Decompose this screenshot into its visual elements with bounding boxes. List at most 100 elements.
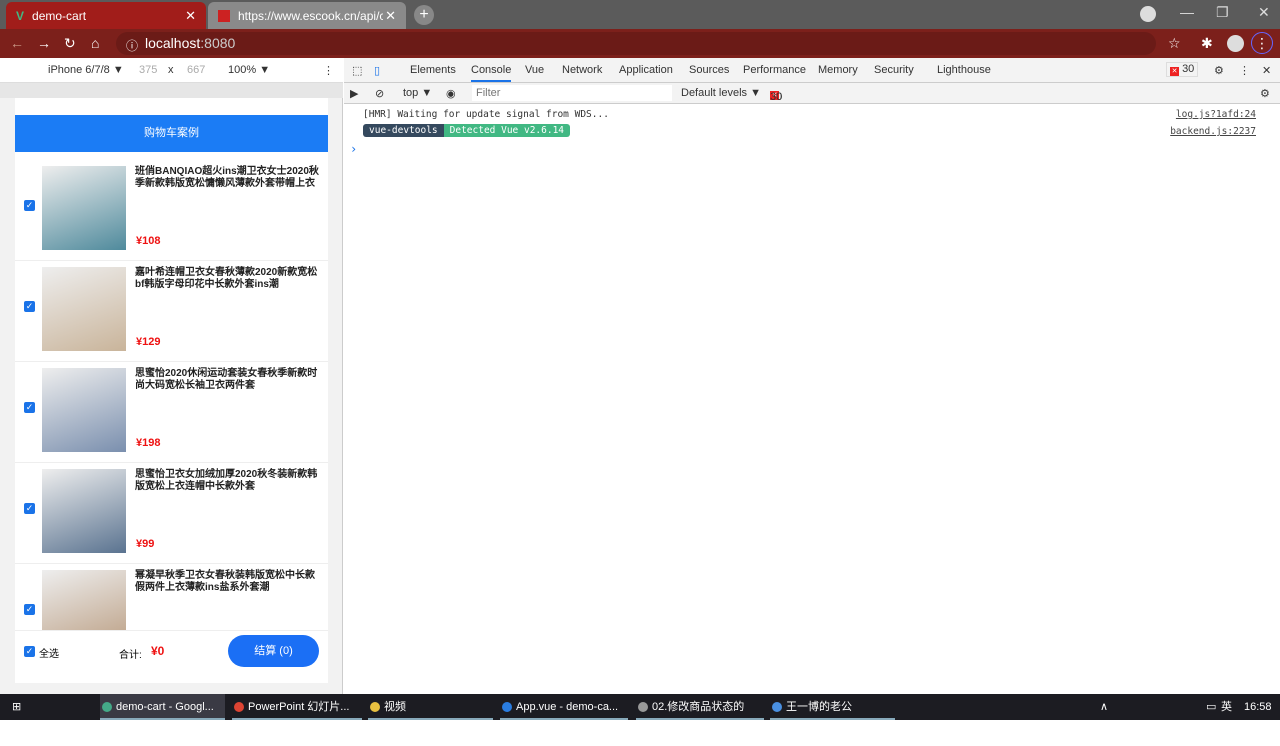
taskbar-item[interactable]: 视频 [368, 694, 493, 720]
back-icon[interactable]: ← [10, 35, 24, 51]
cart-item: ✓ 嘉叶希连帽卫衣女春秋薄款2020新款宽松bf韩版字母印花中长款外套ins潮 … [15, 261, 328, 362]
inspect-element-icon[interactable]: ⬚ [352, 64, 362, 77]
url-port: :8080 [200, 35, 236, 51]
product-title: 思蜜怡卫衣女加绒加厚2020秋冬装新款韩版宽松上衣连帽中长款外套 [135, 469, 318, 492]
close-devtools-icon[interactable]: ✕ [1262, 64, 1271, 77]
dimension-separator: x [168, 64, 174, 76]
product-image [42, 368, 126, 452]
url-host: localhost [145, 35, 201, 51]
devtools-menu-icon[interactable]: ⋮ [1239, 64, 1250, 77]
item-checkbox[interactable]: ✓ [24, 503, 35, 514]
cart-header: 购物车案例 [15, 115, 328, 152]
item-checkbox[interactable]: ✓ [24, 402, 35, 413]
product-price: ¥108 [136, 235, 161, 247]
zoom-select[interactable]: 100% ▼ [228, 64, 270, 76]
new-tab-button[interactable]: + [414, 5, 434, 25]
issues-count: 30 [770, 91, 783, 103]
vue-devtools-message: vue-devtools Detected Vue v2.6.14 [363, 124, 571, 137]
devtools-tab-lighthouse[interactable]: Lighthouse [937, 64, 991, 76]
devtools-tab-vue[interactable]: Vue [525, 64, 544, 76]
tab-demo-cart[interactable]: Vdemo-cart ✕ [6, 2, 206, 29]
product-price: ¥99 [136, 538, 155, 550]
windows-taskbar: ⊞ demo-cart - Googl... PowerPoint 幻灯片... 视… [0, 694, 1280, 739]
site-icon [218, 9, 230, 22]
close-tab-icon[interactable]: ✕ [185, 8, 196, 24]
avatar[interactable] [1227, 35, 1244, 52]
product-title: 嘉叶希连帽卫衣女春秋薄款2020新款宽松bf韩版字母印花中长款外套ins潮 [135, 267, 318, 290]
item-checkbox[interactable]: ✓ [24, 604, 35, 615]
taskbar-item-label: demo-cart - Googl... [116, 701, 214, 713]
vue-version-badge: Detected Vue v2.6.14 [443, 124, 571, 137]
devtools-tab-memory[interactable]: Memory [818, 64, 858, 76]
devtools-tab-console[interactable]: Console [471, 64, 512, 82]
media-query-ruler [0, 83, 343, 98]
close-tab-icon[interactable]: ✕ [385, 8, 396, 24]
taskbar-item-label: 02.修改商品状态的思... [652, 701, 745, 739]
sidebar-toggle-icon[interactable]: ▶ [350, 87, 358, 100]
app-icon [102, 702, 112, 712]
taskbar-item[interactable]: 02.修改商品状态的思... [636, 694, 764, 739]
profile-dropdown-icon[interactable] [1140, 6, 1156, 22]
close-window-button[interactable]: ✕ [1258, 4, 1270, 21]
item-checkbox[interactable]: ✓ [24, 200, 35, 211]
taskbar-item[interactable]: 王一博的老公(DESKT... [770, 694, 895, 739]
console-toolbar: ▶ ⊘ top ▼ ◉ Default levels ▼ 30 Issues: … [344, 83, 1280, 115]
cart-footer: ✓ 全选 合计: ¥0 结算 (0) [15, 630, 328, 672]
devtools-tab-security[interactable]: Security [874, 64, 914, 76]
width-input[interactable]: 375 [139, 64, 157, 76]
total-amount: ¥0 [151, 644, 165, 658]
clock[interactable]: 16:58 [1228, 694, 1272, 720]
height-input[interactable]: 667 [187, 64, 205, 76]
browser-tab-bar: Vdemo-cart ✕ https://www.escook.cn/api/ca… [0, 0, 1280, 29]
context-select[interactable]: top ▼ [403, 87, 432, 99]
extensions-icon[interactable]: ✱ [1201, 35, 1213, 52]
device-select[interactable]: iPhone 6/7/8 ▼ [48, 64, 124, 76]
item-checkbox[interactable]: ✓ [24, 301, 35, 312]
device-toggle-icon[interactable]: ▯ [374, 64, 380, 77]
tray-chevron-icon[interactable]: ∧ [1084, 694, 1108, 720]
maximize-button[interactable]: ❐ [1216, 4, 1229, 21]
error-counter[interactable]: ✕ 30 [1166, 62, 1199, 77]
device-toolbar: iPhone 6/7/8 ▼ 375 x 667 100% ▼ ⋮ [0, 58, 343, 83]
select-all-checkbox[interactable]: ✓ [24, 646, 35, 657]
cart-item: ✓ 班俏BANQIAO超火ins潮卫衣女士2020秋季新款韩版宽松慵懒风薄款外套… [15, 160, 328, 261]
devtools-tab-performance[interactable]: Performance [743, 64, 806, 76]
url-input[interactable] [116, 32, 1156, 55]
taskbar-item[interactable]: demo-cart - Googl... [100, 694, 225, 720]
device-viewport: 购物车案例 ✓ 班俏BANQIAO超火ins潮卫衣女士2020秋季新款韩版宽松慵… [0, 98, 343, 694]
app-icon [638, 702, 648, 712]
total-label: 合计: [119, 650, 142, 661]
tab-escook[interactable]: https://www.escook.cn/api/ca ✕ [208, 2, 406, 29]
vue-icon: V [16, 8, 25, 23]
console-settings-icon[interactable]: ⚙ [1260, 87, 1270, 100]
taskbar-item-label: PowerPoint 幻灯片... [248, 701, 350, 713]
devtools-tab-application[interactable]: Application [619, 64, 673, 76]
cart-app: 购物车案例 ✓ 班俏BANQIAO超火ins潮卫衣女士2020秋季新款韩版宽松慵… [15, 98, 328, 683]
settings-icon[interactable]: ⚙ [1214, 64, 1224, 77]
reload-icon[interactable]: ↻ [64, 35, 76, 52]
log-source-link[interactable]: log.js?1afd:24 [1176, 109, 1256, 120]
taskbar-item[interactable]: App.vue - demo-ca... [500, 694, 628, 720]
start-button[interactable]: ⊞ [0, 694, 21, 720]
live-expression-eye-icon[interactable]: ◉ [446, 87, 456, 100]
devtools-tab-elements[interactable]: Elements [410, 64, 456, 76]
product-price: ¥198 [136, 437, 161, 449]
log-levels-select[interactable]: Default levels ▼ [681, 87, 761, 99]
taskbar-item[interactable]: PowerPoint 幻灯片... [232, 694, 362, 720]
devtools-tab-network[interactable]: Network [562, 64, 602, 76]
product-image [42, 166, 126, 250]
filter-input[interactable] [472, 85, 672, 101]
checkout-button[interactable]: 结算 (0) [228, 635, 319, 667]
minimize-button[interactable]: — [1180, 4, 1194, 20]
product-title: 思蜜怡2020休闲运动套装女春秋季新款时尚大码宽松长袖卫衣两件套 [135, 368, 318, 391]
bookmark-star-icon[interactable]: ☆ [1168, 35, 1181, 52]
devtools-tab-sources[interactable]: Sources [689, 64, 729, 76]
log-source-link[interactable]: backend.js:2237 [1170, 126, 1256, 137]
console-prompt[interactable]: › [350, 142, 357, 156]
app-icon [772, 702, 782, 712]
more-options-icon[interactable]: ⋮ [323, 64, 334, 77]
home-icon[interactable]: ⌂ [91, 35, 99, 51]
chrome-menu-icon[interactable]: ⋮ [1251, 32, 1273, 54]
clear-console-icon[interactable]: ⊘ [375, 87, 384, 100]
forward-icon[interactable]: → [37, 35, 51, 51]
